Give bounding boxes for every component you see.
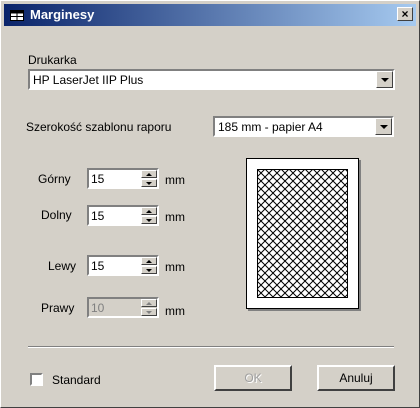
margins-dialog: Marginesy × Drukarka HP LaserJet IIP Plu…	[0, 0, 420, 408]
chevron-down-icon[interactable]	[376, 71, 393, 88]
window-title: Marginesy	[30, 7, 95, 22]
margin-left-label: Lewy	[48, 259, 77, 273]
standard-label: Standard	[52, 373, 101, 387]
margin-right-value: 10	[91, 301, 105, 315]
margin-right-unit: mm	[165, 304, 185, 318]
spin-down-icon[interactable]	[141, 179, 157, 187]
margin-bottom-unit: mm	[165, 210, 185, 224]
margin-top-value: 15	[91, 172, 105, 186]
template-width-label: Szerokość szablonu raporu	[26, 120, 172, 134]
margin-left-value: 15	[91, 259, 105, 273]
margin-area-hatch	[257, 169, 348, 298]
close-icon: ×	[401, 7, 409, 21]
spin-up-icon[interactable]	[141, 170, 157, 178]
title-bar[interactable]: Marginesy ×	[4, 4, 416, 26]
margin-right-spinner[interactable]: 10	[87, 297, 159, 318]
margin-bottom-label: Dolny	[41, 208, 72, 222]
margin-bottom-value: 15	[91, 209, 105, 223]
separator	[28, 346, 394, 348]
spin-down-icon	[141, 308, 157, 316]
margin-left-unit: mm	[165, 260, 185, 274]
chevron-down-icon[interactable]	[375, 118, 392, 135]
spin-up-icon	[141, 299, 157, 307]
margin-top-spinner[interactable]: 15	[87, 168, 159, 189]
template-width-select[interactable]: 185 mm - papier A4	[213, 116, 394, 137]
cancel-button[interactable]: Anuluj	[317, 365, 395, 391]
template-width-value: 185 mm - papier A4	[218, 120, 323, 134]
spin-up-icon[interactable]	[141, 207, 157, 215]
close-button[interactable]: ×	[397, 7, 413, 21]
spin-up-icon[interactable]	[141, 257, 157, 265]
printer-select[interactable]: HP LaserJet IIP Plus	[28, 69, 395, 90]
printer-value: HP LaserJet IIP Plus	[33, 73, 144, 87]
margin-top-label: Górny	[38, 172, 71, 186]
table-icon	[10, 10, 24, 21]
printer-label: Drukarka	[28, 53, 77, 67]
spin-down-icon[interactable]	[141, 216, 157, 224]
margin-bottom-spinner[interactable]: 15	[87, 205, 159, 226]
ok-button[interactable]: OK	[214, 365, 292, 391]
margin-top-unit: mm	[165, 173, 185, 187]
spin-down-icon[interactable]	[141, 266, 157, 274]
margin-left-spinner[interactable]: 15	[87, 255, 159, 276]
standard-checkbox[interactable]	[30, 373, 43, 386]
page-preview	[246, 158, 359, 309]
margin-right-label: Prawy	[41, 301, 75, 315]
